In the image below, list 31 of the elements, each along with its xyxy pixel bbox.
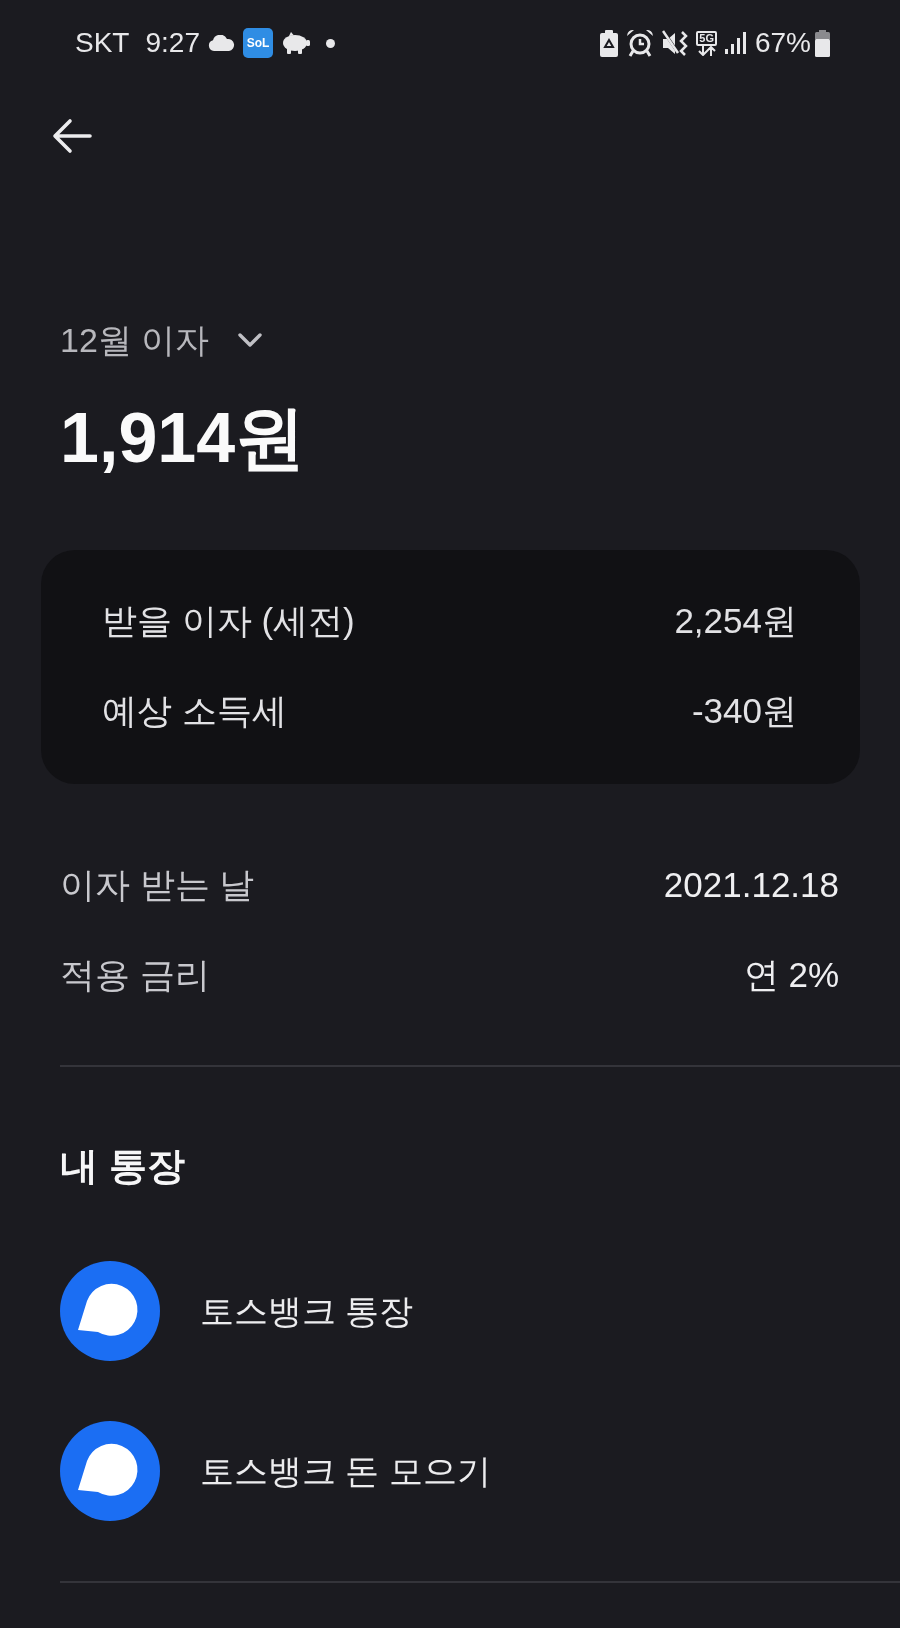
detail-label: 적용 금리 [60,954,210,996]
breakdown-value: -340원 [691,690,797,732]
breakdown-value: 2,254원 [674,600,797,642]
clock-time: 9:27 [145,29,200,57]
piggy-bank-icon [280,32,310,54]
chevron-down-icon [237,332,264,348]
alarm-clock-icon [626,29,655,57]
account-item[interactable]: 토스뱅크 돈 모으기 [60,1421,491,1521]
signal-bars-icon [724,32,747,54]
detail-value: 2021.12.18 [663,864,839,906]
month-dropdown[interactable]: 12월 이자 [60,319,264,361]
breakdown-label: 받을 이자 (세전) [102,600,355,642]
detail-label: 이자 받는 날 [60,864,255,906]
vibrate-mute-icon [662,29,689,57]
carrier-name: SKT [75,29,130,57]
interest-amount: 1,914원 [60,399,306,477]
battery-saver-icon [600,29,619,57]
app-icon: SoL [242,28,273,58]
account-item[interactable]: 토스뱅크 통장 [60,1261,414,1361]
battery-icon [815,29,830,57]
speech-bubble-icon [60,1421,160,1521]
notification-dot-icon [325,38,335,48]
data-arrows-icon [697,45,716,56]
breakdown-label: 예상 소득세 [102,690,287,732]
section-title: 내 통장 [60,1145,185,1187]
battery-percent: 67% [754,29,811,57]
back-arrow-icon[interactable] [52,118,92,154]
network-type-label: 5G [696,30,717,46]
detail-value: 연 2% [743,954,839,996]
cloud-icon [207,35,235,51]
speech-bubble-icon [60,1261,160,1361]
